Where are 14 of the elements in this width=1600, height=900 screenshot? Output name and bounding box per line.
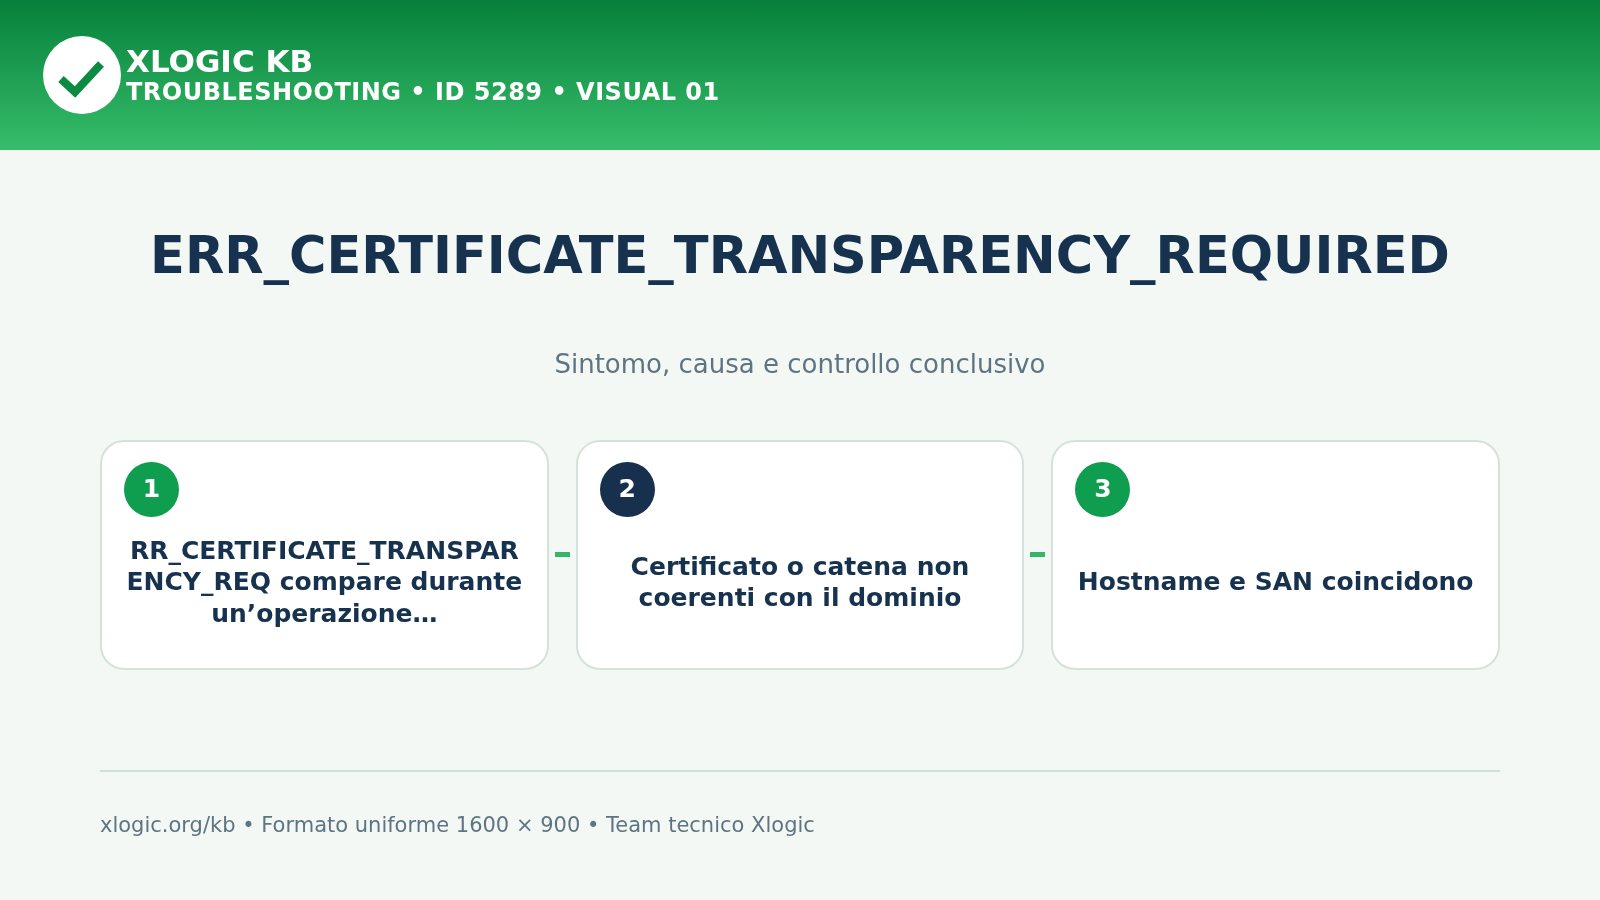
page-title: ERR_CERTIFICATE_TRANSPARENCY_REQUIRED bbox=[149, 225, 1451, 287]
step-text: Certificato o catena non coerenti con il dominio bbox=[629, 550, 971, 614]
step-number: 3 bbox=[1075, 461, 1131, 517]
connector bbox=[1030, 552, 1046, 557]
step-text: Hostname e SAN coincidono bbox=[1077, 566, 1474, 598]
brand-title: XLOGIC KB bbox=[126, 43, 315, 78]
connector bbox=[554, 552, 570, 557]
footer-text: xlogic.org/kb • Formato uniforme 1600 × 900 • Team tecnico Xlogic bbox=[100, 811, 816, 839]
step-number: 1 bbox=[124, 461, 179, 517]
check-logo-icon bbox=[42, 35, 122, 115]
page-subtitle: Sintomo, causa e controllo conclusivo bbox=[553, 347, 1047, 381]
step-text: RR_CERTIFICATE_TRANSPARENCY_REQ compare durante un’operazione… bbox=[125, 535, 524, 629]
brand-subtitle: TROUBLESHOOTING • ID 5289 • VISUAL 01 bbox=[126, 77, 720, 107]
step-number: 2 bbox=[599, 461, 655, 517]
